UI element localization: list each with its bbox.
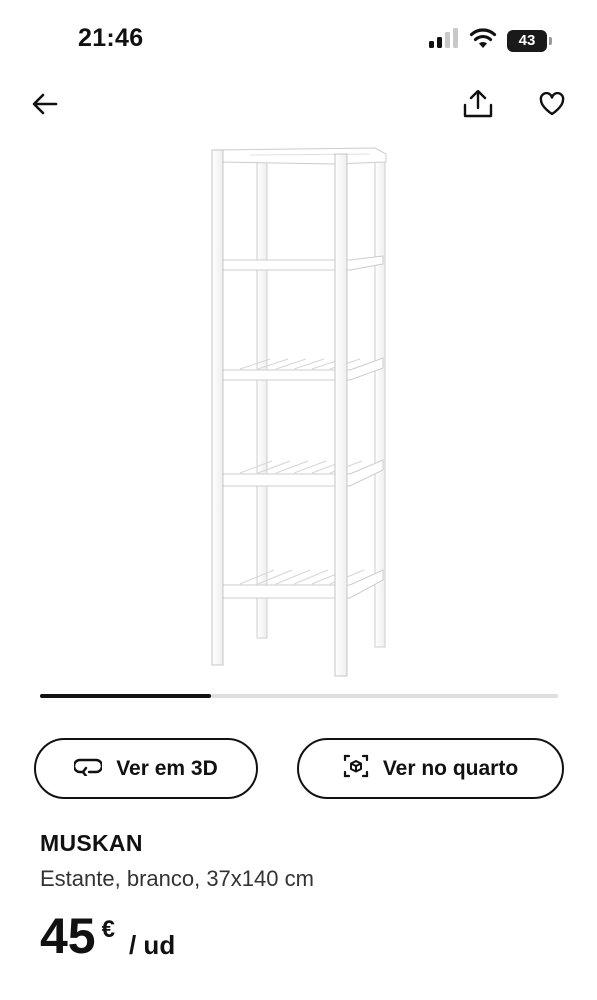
price-currency: € (101, 916, 115, 943)
share-button[interactable] (456, 84, 500, 128)
ar-cube-icon (343, 753, 369, 785)
back-button[interactable] (23, 84, 67, 128)
status-time: 21:46 (78, 24, 144, 52)
image-carousel-indicator[interactable] (40, 694, 558, 698)
cellular-signal-icon (429, 28, 459, 53)
view-3d-button[interactable]: Ver em 3D (34, 738, 258, 799)
heart-icon (539, 91, 565, 121)
battery-icon: 43 (507, 29, 552, 52)
carousel-progress (40, 694, 211, 698)
view-3d-label: Ver em 3D (116, 756, 218, 780)
wifi-icon (469, 28, 497, 53)
share-icon (463, 89, 493, 123)
battery-level: 43 (518, 32, 536, 49)
view-in-room-label: Ver no quarto (382, 756, 519, 780)
status-icons: 43 (429, 28, 552, 53)
rotate-3d-icon (73, 756, 104, 782)
product-price: 45 € / ud (40, 910, 175, 962)
product-image[interactable] (150, 140, 450, 685)
arrow-left-icon (32, 93, 58, 120)
price-value: 45 (40, 908, 96, 964)
product-description: Estante, branco, 37x140 cm (40, 866, 314, 891)
top-nav (0, 84, 597, 128)
view-in-room-button[interactable]: Ver no quarto (297, 738, 564, 799)
product-name: MUSKAN (40, 830, 143, 856)
price-unit: / ud (128, 930, 176, 960)
favorite-button[interactable] (530, 84, 574, 128)
status-bar: 21:46 43 (0, 0, 597, 80)
